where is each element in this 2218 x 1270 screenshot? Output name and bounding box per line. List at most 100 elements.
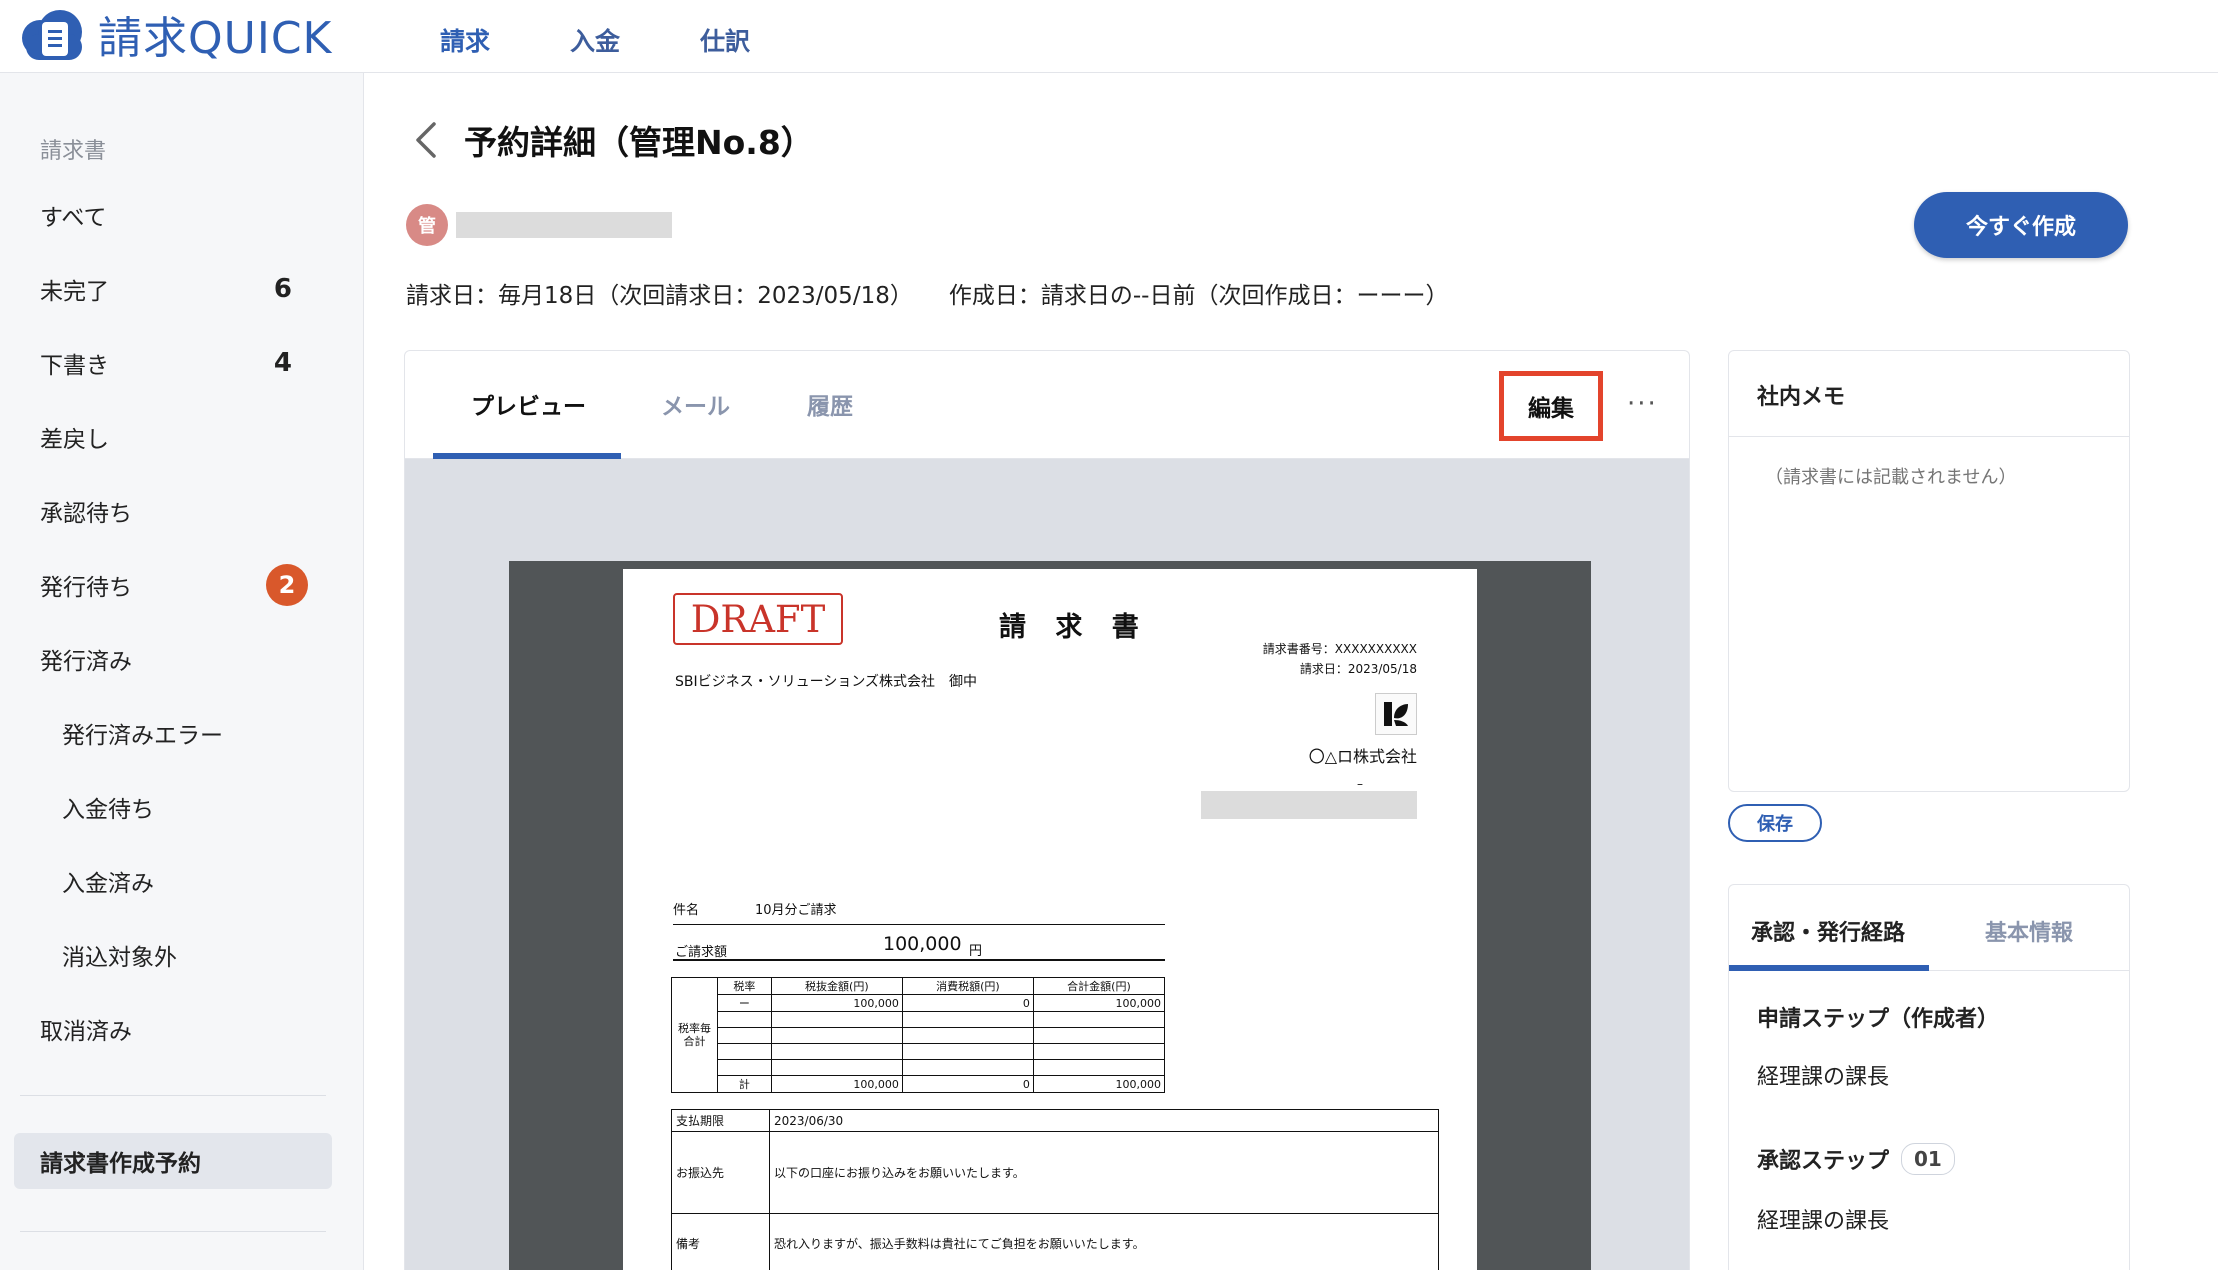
note-label: 備考 — [671, 1213, 770, 1270]
sidebar-divider — [20, 1231, 326, 1232]
invoice-date: 請求日：2023/05/18 — [1299, 662, 1417, 676]
top-nav: 請求 入金 仕訳 — [400, 22, 790, 70]
document-viewer[interactable]: DRAFT 請 求 書 請求書番号：XXXXXXXXXX 請求日：2023/05… — [509, 561, 1591, 1270]
tax-header: 合計金額(円) — [1032, 977, 1166, 995]
sidebar-heading: 請求書 — [40, 139, 107, 164]
nav-billing[interactable]: 請求 — [400, 22, 530, 70]
subject-label: 件名 — [673, 903, 700, 918]
step-person: 経理課の課長 — [1757, 1065, 1890, 1090]
active-tab-indicator — [1729, 965, 1929, 971]
tab-preview[interactable]: プレビュー — [471, 387, 586, 421]
sidebar-item-awaiting-approval[interactable]: 承認待ち — [14, 483, 332, 539]
sidebar-item-incomplete[interactable]: 未完了 6 — [14, 261, 332, 317]
avatar: 管 — [406, 204, 448, 246]
sidebar-item-issued-error[interactable]: 発行済みエラー — [14, 705, 332, 761]
amount-unit: 円 — [969, 944, 983, 959]
internal-memo-card: 社内メモ — [1728, 350, 2130, 792]
sidebar-item-awaiting-payment[interactable]: 入金待ち — [14, 779, 332, 835]
sidebar-item-paid[interactable]: 入金済み — [14, 853, 332, 909]
sidebar-item-label: 下書き — [40, 353, 109, 379]
sidebar-item-count: 6 — [273, 274, 292, 304]
top-bar: 請求QUICK 請求 入金 仕訳 — [0, 0, 2218, 73]
sidebar-item-label: 発行待ち — [40, 575, 132, 601]
page-title: 予約詳細（管理No.8） — [464, 123, 814, 162]
schedule-info: 請求日：毎月18日（次回請求日：2023/05/18） 作成日：請求日の--日前（… — [406, 276, 1448, 310]
step-title-application: 申請ステップ（作成者） — [1757, 1007, 2000, 1032]
issuer-company: 〇△ロ株式会社 — [1308, 747, 1417, 766]
more-options-icon[interactable]: ··· — [1627, 389, 1658, 419]
sidebar-item-label: 未完了 — [40, 279, 109, 305]
sidebar-item-label: 承認待ち — [40, 501, 132, 527]
step-title-approval: 承認ステップ 01 — [1757, 1143, 1955, 1175]
payment-table: 支払期限 2023/06/30 お振込先 以下の口座にお振り込みをお願いいたしま… — [671, 1109, 1439, 1270]
approval-flow-card: 承認・発行経路 基本情報 申請ステップ（作成者） 経理課の課長 承認ステップ 0… — [1728, 884, 2130, 1270]
sidebar-item-label: 入金待ち — [62, 797, 154, 823]
memo-input[interactable] — [1731, 439, 2127, 789]
cloud-document-icon — [18, 6, 88, 62]
note-value: 恐れ入りますが、振込手数料は貴社にてご負担をお願いいたします。 — [769, 1213, 1439, 1270]
sidebar-item-cancelled[interactable]: 取消済み — [14, 1001, 332, 1057]
bank-value: 以下の口座にお振り込みをお願いいたします。 — [769, 1131, 1439, 1214]
app-logo[interactable]: 請求QUICK — [18, 6, 332, 64]
nav-journal[interactable]: 仕訳 — [660, 22, 790, 70]
sidebar-item-scheduled-creation[interactable]: 請求書作成予約 — [14, 1133, 332, 1189]
company-seal-icon — [1375, 693, 1417, 735]
sidebar-item-label: 消込対象外 — [62, 945, 177, 971]
bank-label: お振込先 — [671, 1131, 770, 1214]
notification-badge: 2 — [266, 564, 308, 606]
sidebar-item-returned[interactable]: 差戻し — [14, 409, 332, 465]
amount-value: 100,000 — [883, 933, 962, 955]
invoice-title: 請 求 書 — [999, 612, 1149, 643]
create-now-button[interactable]: 今すぐ作成 — [1914, 192, 2128, 258]
sidebar-item-all[interactable]: すべて — [14, 187, 332, 243]
due-label: 支払期限 — [671, 1109, 770, 1132]
save-memo-button[interactable]: 保存 — [1728, 804, 1822, 842]
tax-header: 税率 — [717, 977, 772, 995]
sidebar-item-label: 取消済み — [40, 1019, 132, 1045]
billing-date: 請求日：毎月18日（次回請求日：2023/05/18） — [406, 283, 913, 309]
draft-stamp: DRAFT — [673, 593, 843, 645]
step-number: 01 — [1901, 1143, 1955, 1175]
tax-side-label: 税率毎 合計 — [671, 977, 718, 1093]
table-row — [672, 1059, 1166, 1076]
edit-button[interactable]: 編集 — [1499, 371, 1603, 441]
step-person: 経理課の課長 — [1757, 1209, 1890, 1234]
sidebar-item-label: 発行済み — [40, 649, 132, 675]
sidebar-item-count: 4 — [273, 348, 292, 378]
sidebar-item-drafts[interactable]: 下書き 4 — [14, 335, 332, 391]
sidebar-item-label: 入金済み — [62, 871, 154, 897]
flow-tabs: 承認・発行経路 基本情報 — [1729, 885, 2129, 971]
tab-mail[interactable]: メール — [661, 387, 730, 421]
sidebar-item-label: 請求書作成予約 — [40, 1151, 201, 1177]
sidebar-item-excluded[interactable]: 消込対象外 — [14, 927, 332, 983]
tab-history[interactable]: 履歴 — [807, 387, 853, 421]
tax-header: 税抜金額(円) — [770, 977, 903, 995]
sidebar-item-label: 発行済みエラー — [62, 723, 223, 749]
table-row — [672, 1027, 1166, 1044]
tab-approval-route[interactable]: 承認・発行経路 — [1751, 915, 1905, 947]
redacted-name — [456, 212, 672, 238]
sidebar-item-label: 差戻し — [40, 427, 109, 453]
due-value: 2023/06/30 — [769, 1109, 1439, 1132]
issuer-dash: – — [1357, 777, 1363, 791]
nav-payment-received[interactable]: 入金 — [530, 22, 660, 70]
sidebar-divider — [20, 1095, 326, 1096]
table-row — [672, 1043, 1166, 1060]
amount-row: ご請求額 100,000 円 — [673, 931, 1165, 961]
preview-card: プレビュー メール 履歴 編集 ··· DRAFT 請 求 書 請求書番号：XX… — [404, 350, 1690, 1270]
sidebar-item-issued[interactable]: 発行済み — [14, 631, 332, 687]
memo-title: 社内メモ — [1729, 351, 2129, 437]
redacted-address — [1201, 791, 1417, 819]
table-row-total: 計 100,000 0 100,000 — [672, 1075, 1166, 1093]
table-row: 支払期限 2023/06/30 — [671, 1109, 1439, 1132]
table-row: ー 100,000 0 100,000 — [672, 994, 1166, 1012]
client-name: SBIビジネス・ソリューションズ株式会社 御中 — [675, 674, 978, 690]
table-row: 備考 恐れ入りますが、振込手数料は貴社にてご負担をお願いいたします。 — [671, 1213, 1439, 1270]
back-chevron-icon[interactable] — [408, 118, 444, 162]
sidebar-item-awaiting-issue[interactable]: 発行待ち 2 — [14, 557, 332, 613]
preview-area: DRAFT 請 求 書 請求書番号：XXXXXXXXXX 請求日：2023/05… — [405, 459, 1689, 1270]
tab-basic-info[interactable]: 基本情報 — [1985, 915, 2073, 947]
sidebar-item-label: すべて — [40, 205, 107, 231]
creation-date: 作成日：請求日の--日前（次回作成日：ーーー） — [948, 283, 1449, 309]
invoice-number: 請求書番号：XXXXXXXXXX — [1262, 642, 1417, 656]
